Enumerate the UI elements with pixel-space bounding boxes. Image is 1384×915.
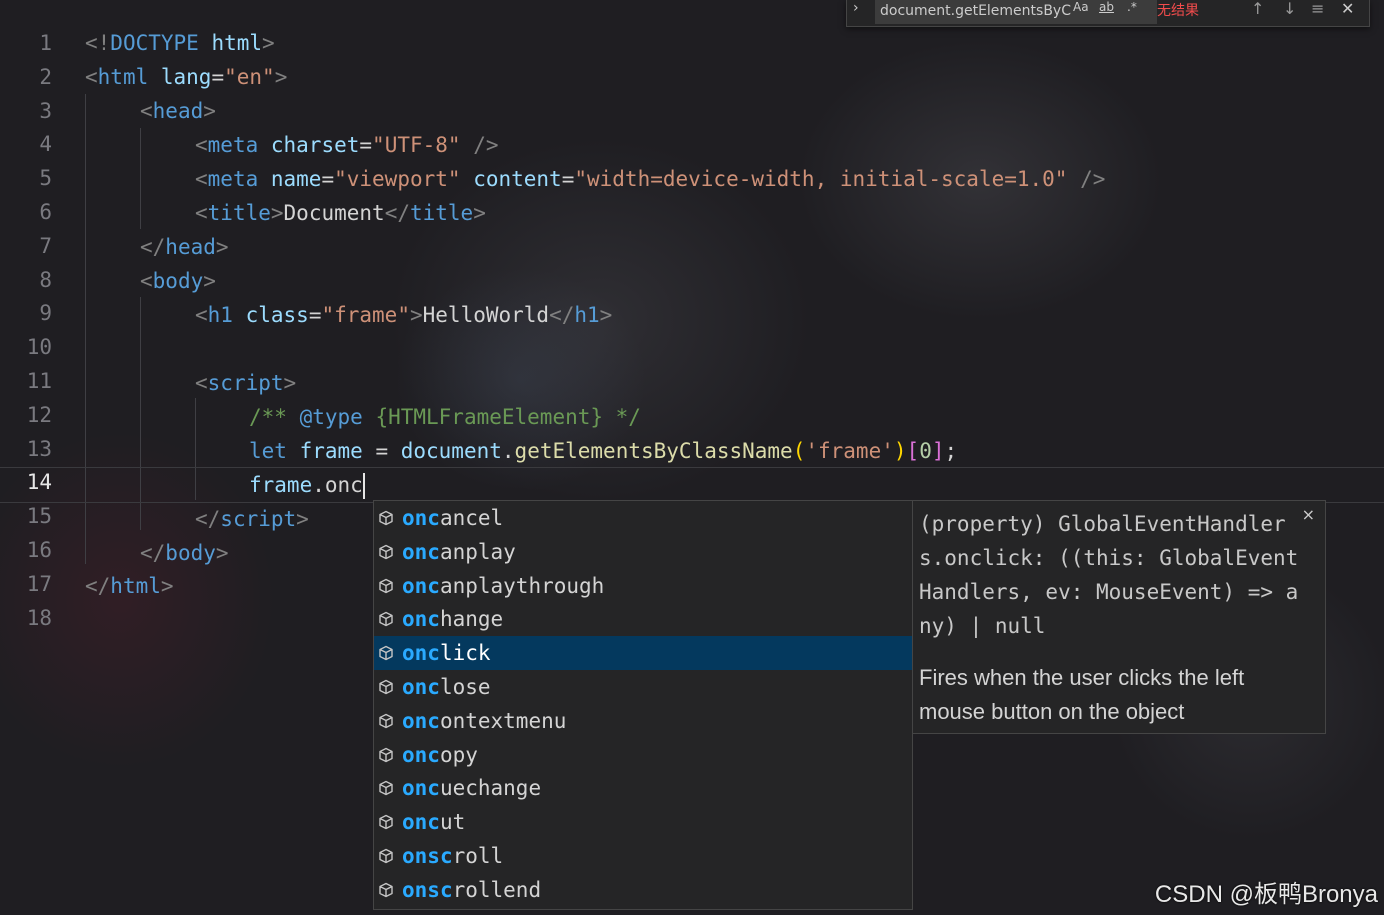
line-number: 10 (26, 335, 52, 360)
property-icon (378, 578, 394, 594)
match-case-icon[interactable]: Aa (1073, 0, 1089, 14)
property-icon (378, 645, 394, 661)
suggestion-label: oncancel (402, 506, 504, 530)
suggestion-label: oncanplaythrough (402, 573, 605, 598)
code-line-12: /** @type {HTMLFrameElement} */ (249, 405, 641, 429)
suggestion-label: onscrollend (402, 877, 542, 902)
code-line-7: </head> (140, 235, 229, 259)
suggestion-item[interactable]: onchange (374, 602, 912, 636)
suggestion-details-panel: (property) GlobalEventHandlers.onclick: … (912, 500, 1326, 734)
watermark: CSDN @板鸭Bronya (1154, 881, 1378, 908)
code-line-8: <body> (140, 269, 216, 293)
property-icon (378, 679, 394, 695)
suggestion-label: onclick (402, 641, 491, 666)
code-line-13: let frame = document.getElementsByClassN… (249, 439, 958, 463)
suggestion-item[interactable]: oncut (374, 805, 912, 839)
close-find-icon[interactable]: ✕ (1341, 0, 1354, 18)
suggestion-item[interactable]: oncancel (374, 501, 912, 535)
find-result-status: 无结果 (1157, 3, 1199, 19)
code-line-11: <script> (195, 371, 297, 395)
suggestion-label: oncontextmenu (402, 708, 567, 733)
autocomplete-list[interactable]: oncancel oncanplay oncanplaythrough onchang… (373, 500, 913, 910)
close-details-icon[interactable]: × (1302, 505, 1315, 524)
suggestion-item[interactable]: oncuechange (374, 771, 912, 805)
property-icon (378, 780, 394, 796)
suggestion-label: onclose (402, 675, 491, 699)
suggestion-item[interactable]: onclick (374, 636, 912, 671)
suggestion-item[interactable]: oncontextmenu (374, 704, 912, 738)
use-regex-icon[interactable]: .* (1127, 0, 1137, 14)
line-number: 18 (26, 605, 52, 630)
code-line-5: <meta name="viewport" content="width=dev… (195, 167, 1106, 191)
find-input[interactable]: document.getElementsByC (875, 0, 1157, 24)
property-signature: (property) GlobalEventHandlers.onclick: … (919, 512, 1299, 638)
suggestion-label: onscroll (402, 844, 504, 868)
text-caret (362, 473, 365, 499)
property-icon (378, 544, 394, 560)
find-widget: › document.getElementsByC Aa ab .* 无结果 ↑… (846, 0, 1370, 27)
suggestion-label: oncut (402, 810, 466, 835)
suggestion-label: onchange (402, 607, 504, 632)
suggestion-item[interactable]: oncanplaythrough (374, 569, 912, 603)
suggestion-item[interactable]: onscrollend (374, 873, 912, 907)
property-icon (378, 848, 394, 864)
property-icon (378, 713, 394, 729)
next-match-icon[interactable]: ↓ (1283, 0, 1296, 18)
suggestion-item[interactable]: onclose (374, 670, 912, 704)
code-line-2: <html lang="en"> (85, 65, 288, 89)
code-line-1: <!DOCTYPE html> (85, 31, 275, 55)
suggestion-item[interactable]: oncanplay (374, 535, 912, 569)
suggestion-label: oncuechange (402, 776, 542, 801)
code-line-14: frame.onc (0, 467, 1384, 503)
code-line-3: <head> (140, 99, 216, 123)
code-line-6: <title>Document</title> (195, 201, 486, 225)
suggestion-item[interactable]: onscroll (374, 839, 912, 873)
code-line-9: <h1 class="frame">HelloWorld</h1> (195, 303, 613, 327)
suggestion-label: oncanplay (402, 539, 516, 564)
property-documentation: Fires when the user clicks the left mous… (919, 665, 1245, 724)
property-icon (378, 611, 394, 627)
property-icon (378, 882, 394, 898)
previous-match-icon[interactable]: ↑ (1251, 0, 1264, 18)
match-whole-word-icon[interactable]: ab (1099, 0, 1114, 14)
code-line-4: <meta charset="UTF-8" /> (195, 133, 499, 157)
suggestion-label: oncopy (402, 742, 478, 767)
property-icon (378, 510, 394, 526)
property-icon (378, 747, 394, 763)
toggle-replace-icon[interactable]: › (853, 0, 859, 16)
find-in-selection-icon[interactable]: ≡ (1311, 0, 1324, 18)
suggestion-item[interactable]: oncopy (374, 738, 912, 772)
property-icon (378, 814, 394, 830)
